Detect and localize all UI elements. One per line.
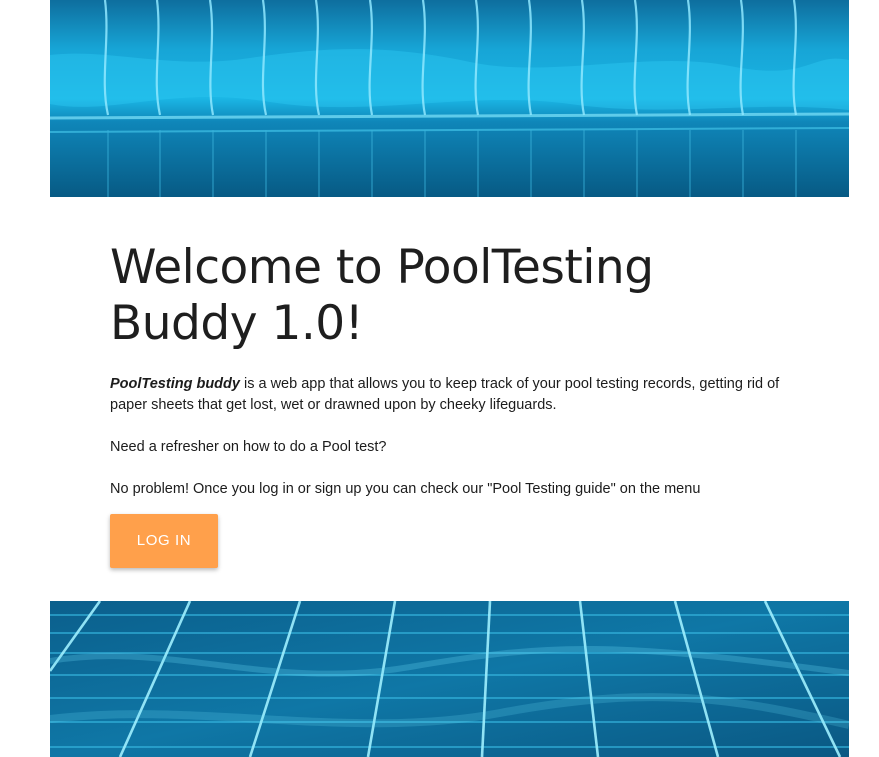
guide-note: No problem! Once you log in or sign up y… <box>110 481 701 497</box>
welcome-section: Welcome to PoolTesting Buddy 1.0! PoolTe… <box>110 240 810 568</box>
login-button[interactable]: LOG IN <box>110 514 218 568</box>
refresher-text: Need a refresher on how to do a Pool tes… <box>110 439 387 455</box>
intro-paragraph: PoolTesting buddy is a web app that allo… <box>110 374 810 416</box>
brand-name: PoolTesting buddy <box>110 376 240 392</box>
header-pool-image <box>50 0 849 197</box>
footer-pool-image <box>50 601 849 757</box>
pool-water-icon <box>50 0 849 197</box>
page-title: Welcome to PoolTesting Buddy 1.0! <box>110 240 654 351</box>
pool-tiles-icon <box>50 601 849 757</box>
page: Welcome to PoolTesting Buddy 1.0! PoolTe… <box>0 0 879 757</box>
